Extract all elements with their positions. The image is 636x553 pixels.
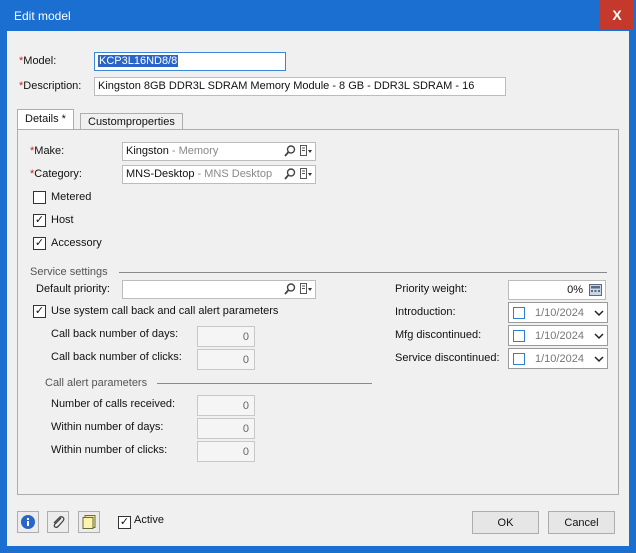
- title-bar: Edit model X: [0, 0, 636, 31]
- make-lookup[interactable]: Kingston - Memory: [122, 142, 316, 161]
- info-icon: [21, 515, 35, 529]
- description-label: Description:: [23, 80, 82, 92]
- category-hint: - MNS Desktop: [194, 168, 273, 180]
- chevron-down-icon[interactable]: [594, 352, 604, 366]
- description-input[interactable]: Kingston 8GB DDR3L SDRAM Memory Module -…: [94, 77, 506, 96]
- make-label-group: *Make:: [30, 145, 64, 157]
- priority-weight-label: Priority weight:: [395, 283, 468, 295]
- edit-model-window: Edit model X *Model: KCP3L16ND8/8 *Descr…: [0, 0, 636, 553]
- service-discontinued-label: Service discontinued:: [395, 352, 500, 364]
- default-priority-label: Default priority:: [36, 283, 110, 295]
- calculator-icon[interactable]: [589, 284, 602, 296]
- use-system-params-label: Use system call back and call alert para…: [51, 305, 279, 317]
- call-alert-divider: [157, 383, 372, 384]
- make-hint: - Memory: [168, 145, 219, 157]
- within-clicks-label: Within number of clicks:: [51, 444, 168, 456]
- notes-button[interactable]: [78, 511, 100, 533]
- category-label-group: *Category:: [30, 168, 82, 180]
- priority-lookup-icons: [283, 282, 313, 296]
- details-panel: *Make: Kingston - Memory *Category: MNS-…: [17, 129, 619, 495]
- introduction-date-value: 1/10/2024: [535, 307, 584, 319]
- make-label: Make:: [34, 145, 65, 157]
- callback-days-input[interactable]: 0: [197, 326, 255, 347]
- service-settings-heading: Service settings: [30, 266, 108, 278]
- info-button[interactable]: [17, 511, 39, 533]
- service-discontinued-date-picker[interactable]: 1/10/2024: [508, 348, 608, 369]
- model-input[interactable]: KCP3L16ND8/8: [94, 52, 286, 71]
- mfg-discontinued-date-picker[interactable]: 1/10/2024: [508, 325, 608, 346]
- search-icon[interactable]: [283, 167, 297, 181]
- cancel-button[interactable]: Cancel: [548, 511, 615, 534]
- host-checkbox[interactable]: ✓: [33, 214, 46, 227]
- record-dropdown-icon[interactable]: [299, 167, 313, 181]
- callback-clicks-input[interactable]: 0: [197, 349, 255, 370]
- introduction-date-checkbox[interactable]: [513, 307, 525, 319]
- service-discontinued-date-checkbox[interactable]: [513, 353, 525, 365]
- make-value: Kingston: [126, 145, 169, 157]
- service-discontinued-date-value: 1/10/2024: [535, 353, 584, 365]
- default-priority-lookup[interactable]: [122, 280, 316, 299]
- notes-icon: [82, 515, 96, 529]
- calls-received-label: Number of calls received:: [51, 398, 176, 410]
- category-lookup[interactable]: MNS-Desktop - MNS Desktop: [122, 165, 316, 184]
- category-value: MNS-Desktop: [126, 168, 195, 180]
- search-icon[interactable]: [283, 144, 297, 158]
- dialog-body: *Model: KCP3L16ND8/8 *Description: Kings…: [7, 31, 629, 546]
- model-label: Model:: [23, 55, 57, 67]
- within-days-label: Within number of days:: [51, 421, 164, 433]
- model-label-group: *Model:: [19, 55, 56, 67]
- attachments-button[interactable]: [47, 511, 69, 533]
- chevron-down-icon[interactable]: [594, 329, 604, 343]
- accessory-checkbox[interactable]: ✓: [33, 237, 46, 250]
- priority-weight-value: 0%: [567, 284, 583, 296]
- paperclip-icon: [53, 516, 65, 529]
- chevron-down-icon[interactable]: [594, 306, 604, 320]
- within-clicks-input[interactable]: 0: [197, 441, 255, 462]
- window-title: Edit model: [14, 9, 71, 23]
- tab-custom-properties[interactable]: Customproperties: [80, 113, 183, 130]
- make-lookup-icons: [283, 144, 313, 158]
- within-days-input[interactable]: 0: [197, 418, 255, 439]
- mfg-discontinued-date-value: 1/10/2024: [535, 330, 584, 342]
- callback-days-label: Call back number of days:: [51, 328, 179, 340]
- host-label: Host: [51, 214, 74, 226]
- model-value: KCP3L16ND8/8: [98, 55, 179, 67]
- service-settings-divider: [119, 272, 607, 273]
- description-label-group: *Description:: [19, 80, 81, 92]
- metered-checkbox[interactable]: [33, 191, 46, 204]
- metered-label: Metered: [51, 191, 92, 203]
- close-button[interactable]: X: [600, 0, 634, 30]
- search-icon[interactable]: [283, 282, 297, 296]
- record-dropdown-icon[interactable]: [299, 144, 313, 158]
- calls-received-input[interactable]: 0: [197, 395, 255, 416]
- active-checkbox[interactable]: ✓: [118, 516, 131, 529]
- ok-button[interactable]: OK: [472, 511, 539, 534]
- introduction-label: Introduction:: [395, 306, 456, 318]
- introduction-date-picker[interactable]: 1/10/2024: [508, 302, 608, 323]
- record-dropdown-icon[interactable]: [299, 282, 313, 296]
- mfg-discontinued-date-checkbox[interactable]: [513, 330, 525, 342]
- description-value: Kingston 8GB DDR3L SDRAM Memory Module -…: [98, 80, 475, 92]
- active-label: Active: [134, 514, 164, 526]
- tab-details[interactable]: Details *: [17, 109, 74, 131]
- priority-weight-input[interactable]: 0%: [508, 280, 606, 300]
- category-lookup-icons: [283, 167, 313, 181]
- accessory-label: Accessory: [51, 237, 102, 249]
- category-label: Category:: [34, 168, 82, 180]
- call-alert-heading: Call alert parameters: [45, 377, 148, 389]
- mfg-discontinued-label: Mfg discontinued:: [395, 329, 482, 341]
- use-system-params-checkbox[interactable]: ✓: [33, 305, 46, 318]
- callback-clicks-label: Call back number of clicks:: [51, 351, 182, 363]
